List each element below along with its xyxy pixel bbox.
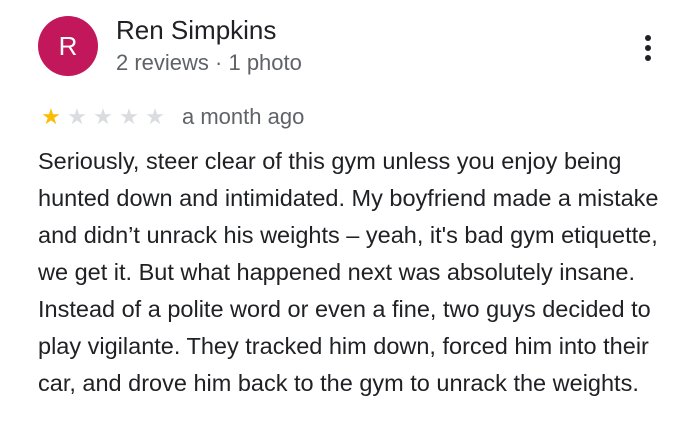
review-card: R Ren Simpkins 2 reviews · 1 photo ★ ★ ★ ★ ★… xyxy=(0,0,700,447)
rating-row: ★ ★ ★ ★ ★ a month ago xyxy=(38,102,304,132)
review-text: Seriously, steer clear of this gym unles… xyxy=(38,148,659,396)
more-vert-icon-dot xyxy=(645,45,651,51)
star-empty-icon: ★ xyxy=(67,104,87,129)
star-empty-icon: ★ xyxy=(145,104,165,129)
avatar-letter: R xyxy=(58,30,78,61)
star-rating: ★ ★ ★ ★ ★ xyxy=(38,103,168,131)
review-time: a month ago xyxy=(182,104,305,129)
more-vert-icon xyxy=(645,35,651,41)
avatar[interactable]: R xyxy=(38,16,98,76)
more-vert-icon-dot xyxy=(645,55,651,61)
reviewer-info: Ren Simpkins 2 reviews · 1 photo xyxy=(116,14,302,78)
reviewer-name[interactable]: Ren Simpkins xyxy=(116,14,302,46)
more-options-button[interactable] xyxy=(630,28,666,68)
reviewer-header: R Ren Simpkins 2 reviews · 1 photo xyxy=(38,14,302,78)
star-empty-icon: ★ xyxy=(119,104,139,129)
star-filled-icon: ★ xyxy=(41,104,61,129)
star-empty-icon: ★ xyxy=(93,104,113,129)
reviewer-meta: 2 reviews · 1 photo xyxy=(116,50,302,75)
